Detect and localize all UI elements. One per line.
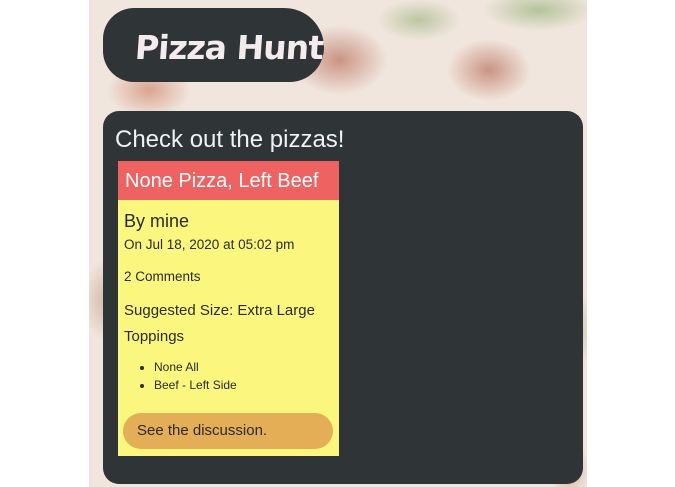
topping-item: Beef - Left Side	[154, 376, 333, 394]
pizza-suggested-size: Suggested Size: Extra Large	[124, 302, 315, 319]
toppings-list: None All Beef - Left Side	[124, 358, 333, 394]
logo-text: Pizza Hunt	[133, 28, 325, 67]
page-title: Check out the pizzas!	[115, 126, 345, 153]
pizza-comment-count: 2 Comments	[124, 269, 201, 284]
toppings-label: Toppings	[124, 328, 185, 345]
pizza-card-body: By mine On Jul 18, 2020 at 05:02 pm 2 Co…	[118, 211, 339, 394]
pizza-card: None Pizza, Left Beef By mine On Jul 18,…	[118, 161, 339, 456]
see-discussion-button[interactable]: See the discussion.	[123, 413, 333, 449]
pizza-list-panel: Check out the pizzas! None Pizza, Left B…	[103, 111, 583, 484]
pizza-name: None Pizza, Left Beef	[118, 161, 339, 200]
background-image: Pizza Hunt Check out the pizzas! None Pi…	[89, 0, 587, 487]
topping-item: None All	[154, 358, 333, 376]
pizza-author: By mine	[124, 211, 190, 231]
pizza-date: On Jul 18, 2020 at 05:02 pm	[124, 237, 295, 252]
logo[interactable]: Pizza Hunt	[103, 8, 324, 82]
